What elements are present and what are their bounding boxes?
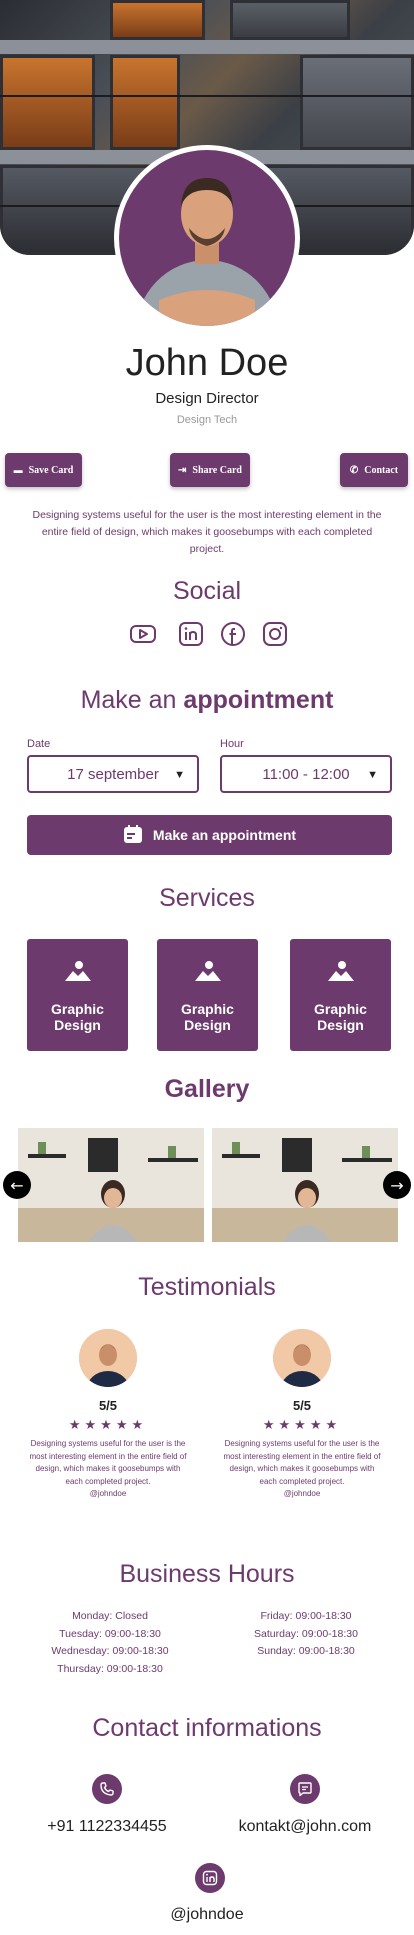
service-card[interactable]: Graphic Design (290, 939, 391, 1051)
testimonial-handle: @johndoe (89, 1489, 127, 1498)
share-card-button[interactable]: ⇥ Share Card (170, 453, 250, 487)
service-card[interactable]: Graphic Design (27, 939, 128, 1051)
service-card[interactable]: Graphic Design (157, 939, 258, 1051)
instagram-icon[interactable] (261, 620, 289, 648)
testimonial-text: Designing systems useful for the user is… (223, 1439, 381, 1486)
date-select[interactable]: 17 september ▼ (27, 755, 199, 793)
chevron-down-icon: ▼ (174, 769, 185, 781)
profile-name: John Doe (125, 342, 289, 384)
gallery-image[interactable] (212, 1128, 398, 1242)
star-rating-icon: ★★★★★ (68, 1418, 148, 1433)
profile-bio: Designing systems useful for the user is… (32, 509, 382, 555)
hour-label: Hour (220, 738, 244, 750)
contact-phone[interactable]: +91 1122334455 (7, 1818, 207, 1836)
testimonial-avatar (79, 1329, 137, 1387)
contact-handle[interactable]: @johndoe (0, 1906, 414, 1924)
services-title: Services (159, 884, 255, 912)
arrow-right-icon: → (390, 1175, 404, 1195)
image-icon (328, 961, 354, 981)
save-card-button[interactable]: ▬ Save Card (5, 453, 82, 487)
chevron-down-icon: ▼ (367, 769, 378, 781)
gallery-prev-button[interactable]: ← (3, 1171, 31, 1199)
contact-email[interactable]: kontakt@john.com (205, 1818, 405, 1836)
appointment-title: Make an appointment (80, 686, 334, 714)
facebook-icon[interactable] (219, 620, 247, 648)
testimonial-rating: 5/5 (98, 1398, 118, 1413)
date-label: Date (27, 738, 51, 750)
hours-left-column: Monday: Closed Tuesday: 09:00-18:30 Wedn… (51, 1610, 169, 1675)
image-icon (65, 961, 91, 981)
profile-company: Design Tech (176, 414, 238, 426)
save-icon: ▬ (13, 465, 23, 475)
phone-icon: ✆ (349, 464, 359, 476)
gallery-title: Gallery (164, 1075, 250, 1103)
testimonial-rating: 5/5 (292, 1398, 312, 1413)
linkedin-icon[interactable] (177, 620, 205, 648)
linkedin-icon[interactable] (195, 1863, 225, 1893)
share-icon: ⇥ (178, 464, 187, 476)
chat-icon[interactable] (290, 1774, 320, 1804)
hour-select[interactable]: 11:00 - 12:00 ▼ (220, 755, 392, 793)
arrow-left-icon: ← (10, 1175, 24, 1195)
calendar-icon (123, 824, 143, 847)
testimonials-title: Testimonials (138, 1273, 276, 1301)
testimonial-handle: @johndoe (283, 1489, 321, 1498)
star-rating-icon: ★★★★★ (262, 1418, 342, 1433)
business-hours-title: Business Hours (119, 1560, 295, 1588)
image-icon (195, 961, 221, 981)
gallery-image[interactable] (18, 1128, 204, 1242)
testimonial-avatar (273, 1329, 331, 1387)
youtube-icon[interactable] (129, 620, 157, 648)
contact-button[interactable]: ✆ Contact (340, 453, 408, 487)
profile-avatar (119, 150, 295, 326)
testimonial-text: Designing systems useful for the user is… (29, 1439, 187, 1486)
make-appointment-button[interactable]: Make an appointment (27, 815, 392, 855)
contact-title: Contact informations (92, 1714, 322, 1742)
profile-title: Design Director (155, 390, 259, 407)
hours-right-column: Friday: 09:00-18:30 Saturday: 09:00-18:3… (254, 1610, 358, 1657)
social-title: Social (172, 577, 242, 605)
phone-icon[interactable] (92, 1774, 122, 1804)
gallery-next-button[interactable]: → (383, 1171, 411, 1199)
